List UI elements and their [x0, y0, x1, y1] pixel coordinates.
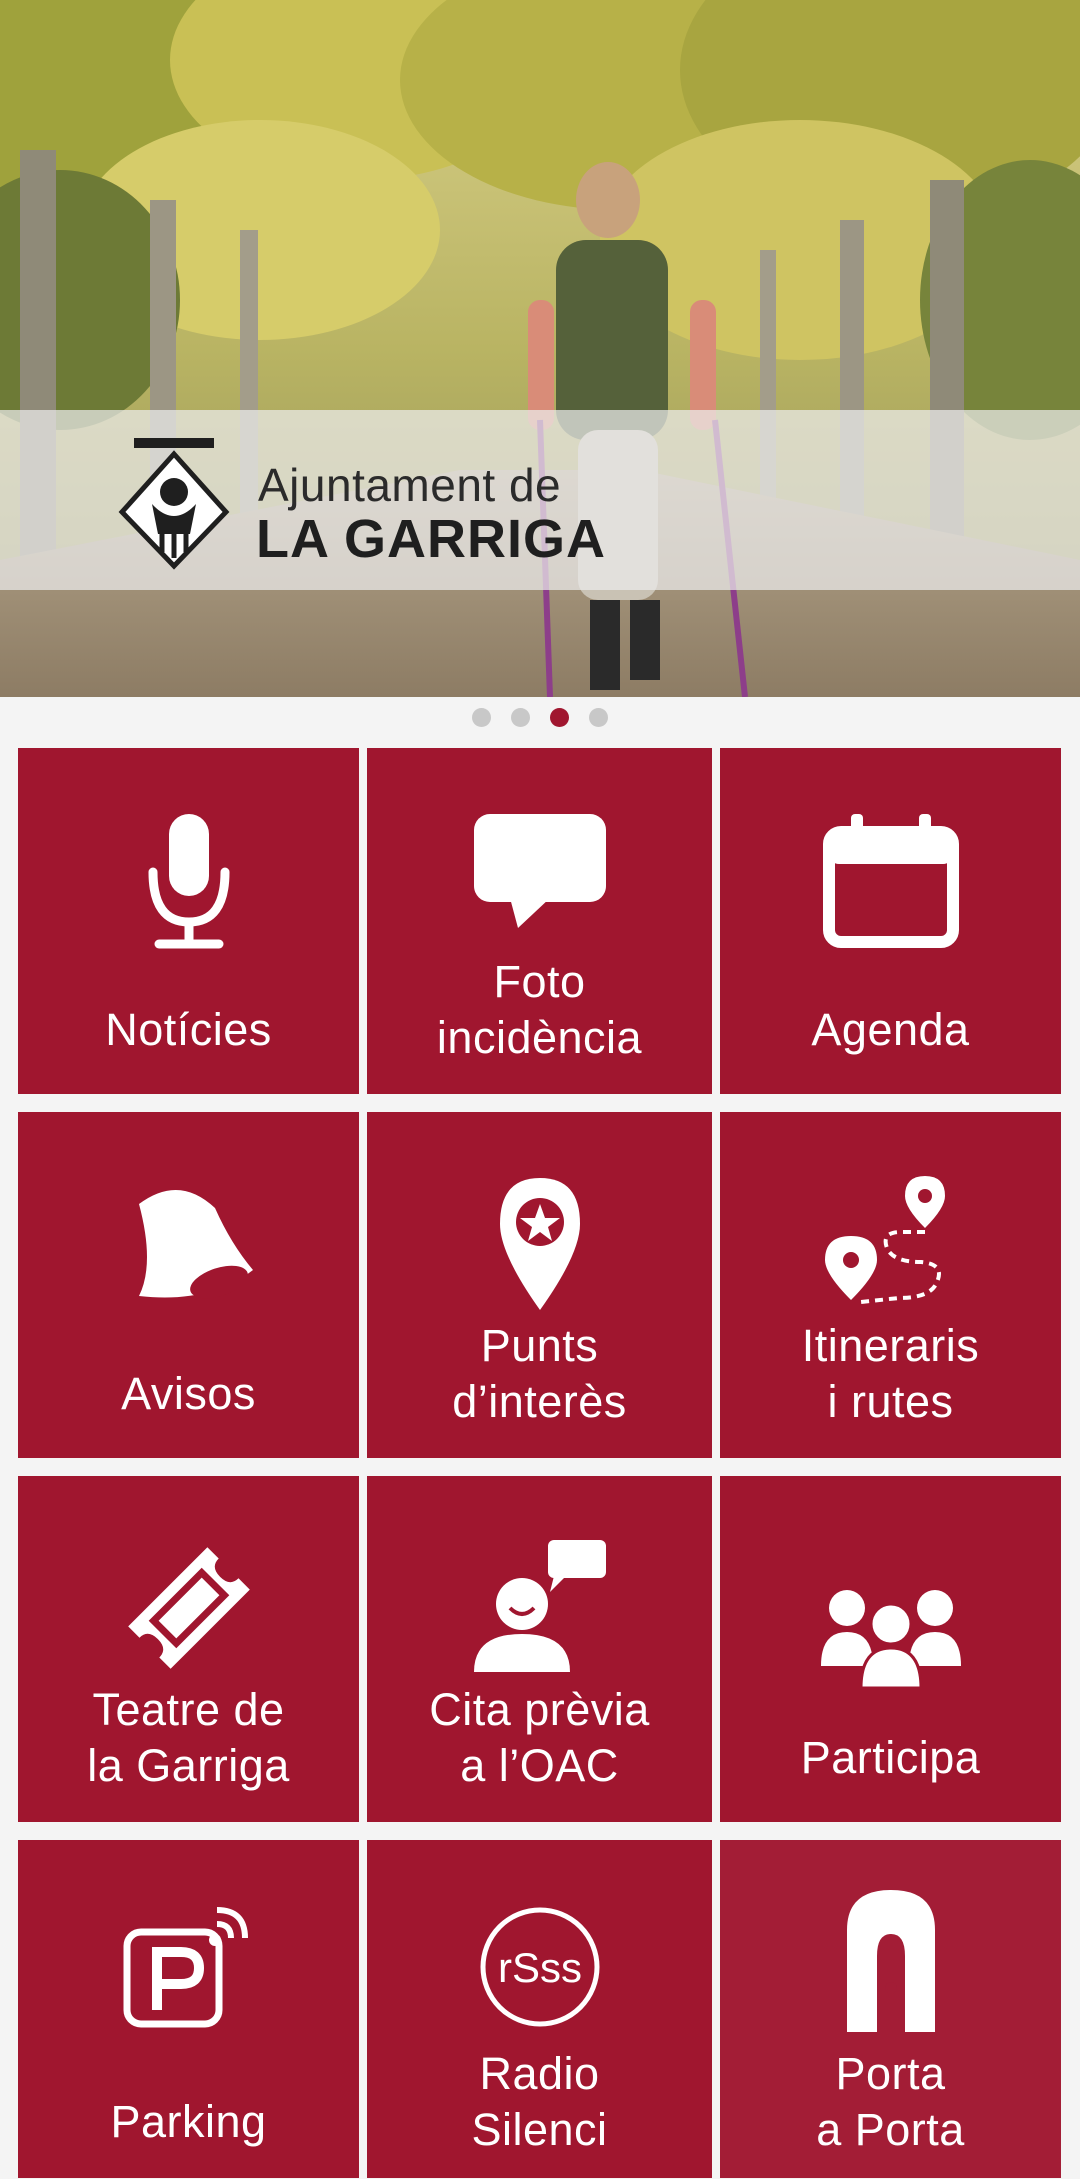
logo-town-name: LA GARRIGA [256, 509, 606, 569]
microphone-icon [148, 814, 229, 949]
tile-noticies[interactable]: Notícies [18, 748, 359, 1094]
hero-carousel[interactable]: Ajuntament de LA GARRIGA [0, 0, 1080, 697]
tile-label-noticies: Notícies [105, 1004, 272, 1055]
town-emblem-icon [118, 438, 230, 570]
tile-parking[interactable]: Parking [18, 1840, 359, 2178]
svg-text:rSss: rSss [498, 1944, 582, 1991]
tile-punts-interes[interactable]: Punts d’interès [367, 1112, 712, 1458]
tile-label-cita-previa: Cita prèvia a l’OAC [429, 1684, 650, 1791]
tile-avisos[interactable]: Avisos [18, 1112, 359, 1458]
carousel-dot-2[interactable] [511, 708, 530, 727]
map-pin-star-icon [499, 1178, 580, 1310]
tile-label-itineraris-rutes: Itineraris i rutes [801, 1320, 980, 1427]
bell-icon [138, 1189, 253, 1299]
ticket-icon [127, 1547, 250, 1669]
tile-label-porta-a-porta: Porta a Porta [816, 2048, 965, 2155]
carousel-dot-1[interactable] [472, 708, 491, 727]
logo-title: Ajuntament de [258, 459, 562, 511]
carousel-pagination [0, 708, 1080, 734]
hero-photo [0, 0, 1080, 697]
person-chat-icon [473, 1540, 606, 1672]
logo-band: Ajuntament de LA GARRIGA [0, 410, 1080, 590]
group-icon [820, 1590, 961, 1688]
carousel-dot-3[interactable] [550, 708, 569, 727]
tile-label-parking: Parking [110, 2096, 267, 2147]
tile-label-punts-interes: Punts d’interès [452, 1320, 627, 1427]
tile-radio-silenci[interactable]: rSss Radio Silenci [367, 1840, 712, 2178]
tile-label-avisos: Avisos [121, 1368, 256, 1419]
radio-icon: rSss [480, 1907, 599, 2027]
tile-foto-incidencia[interactable]: Foto incidència [367, 748, 712, 1094]
route-icon [824, 1176, 945, 1304]
carousel-dot-4[interactable] [589, 708, 608, 727]
tile-cita-previa[interactable]: Cita prèvia a l’OAC [367, 1476, 712, 1822]
parking-icon [123, 1907, 248, 2028]
tile-porta-a-porta[interactable]: Porta a Porta [720, 1840, 1061, 2178]
tile-participa[interactable]: Participa [720, 1476, 1061, 1822]
tile-label-foto-incidencia: Foto incidència [436, 956, 643, 1063]
tile-label-radio-silenci: Radio Silenci [471, 2048, 608, 2155]
tile-label-agenda: Agenda [811, 1004, 970, 1055]
tile-teatre[interactable]: Teatre de la Garriga [18, 1476, 359, 1822]
tile-itineraris-rutes[interactable]: Itineraris i rutes [720, 1112, 1061, 1458]
tile-label-participa: Participa [800, 1732, 981, 1783]
door-bin-icon [846, 1890, 935, 2032]
speech-bubble-icon [473, 814, 606, 928]
tile-agenda[interactable]: Agenda [720, 748, 1061, 1094]
tile-label-teatre: Teatre de la Garriga [87, 1684, 290, 1791]
calendar-icon [822, 814, 959, 948]
